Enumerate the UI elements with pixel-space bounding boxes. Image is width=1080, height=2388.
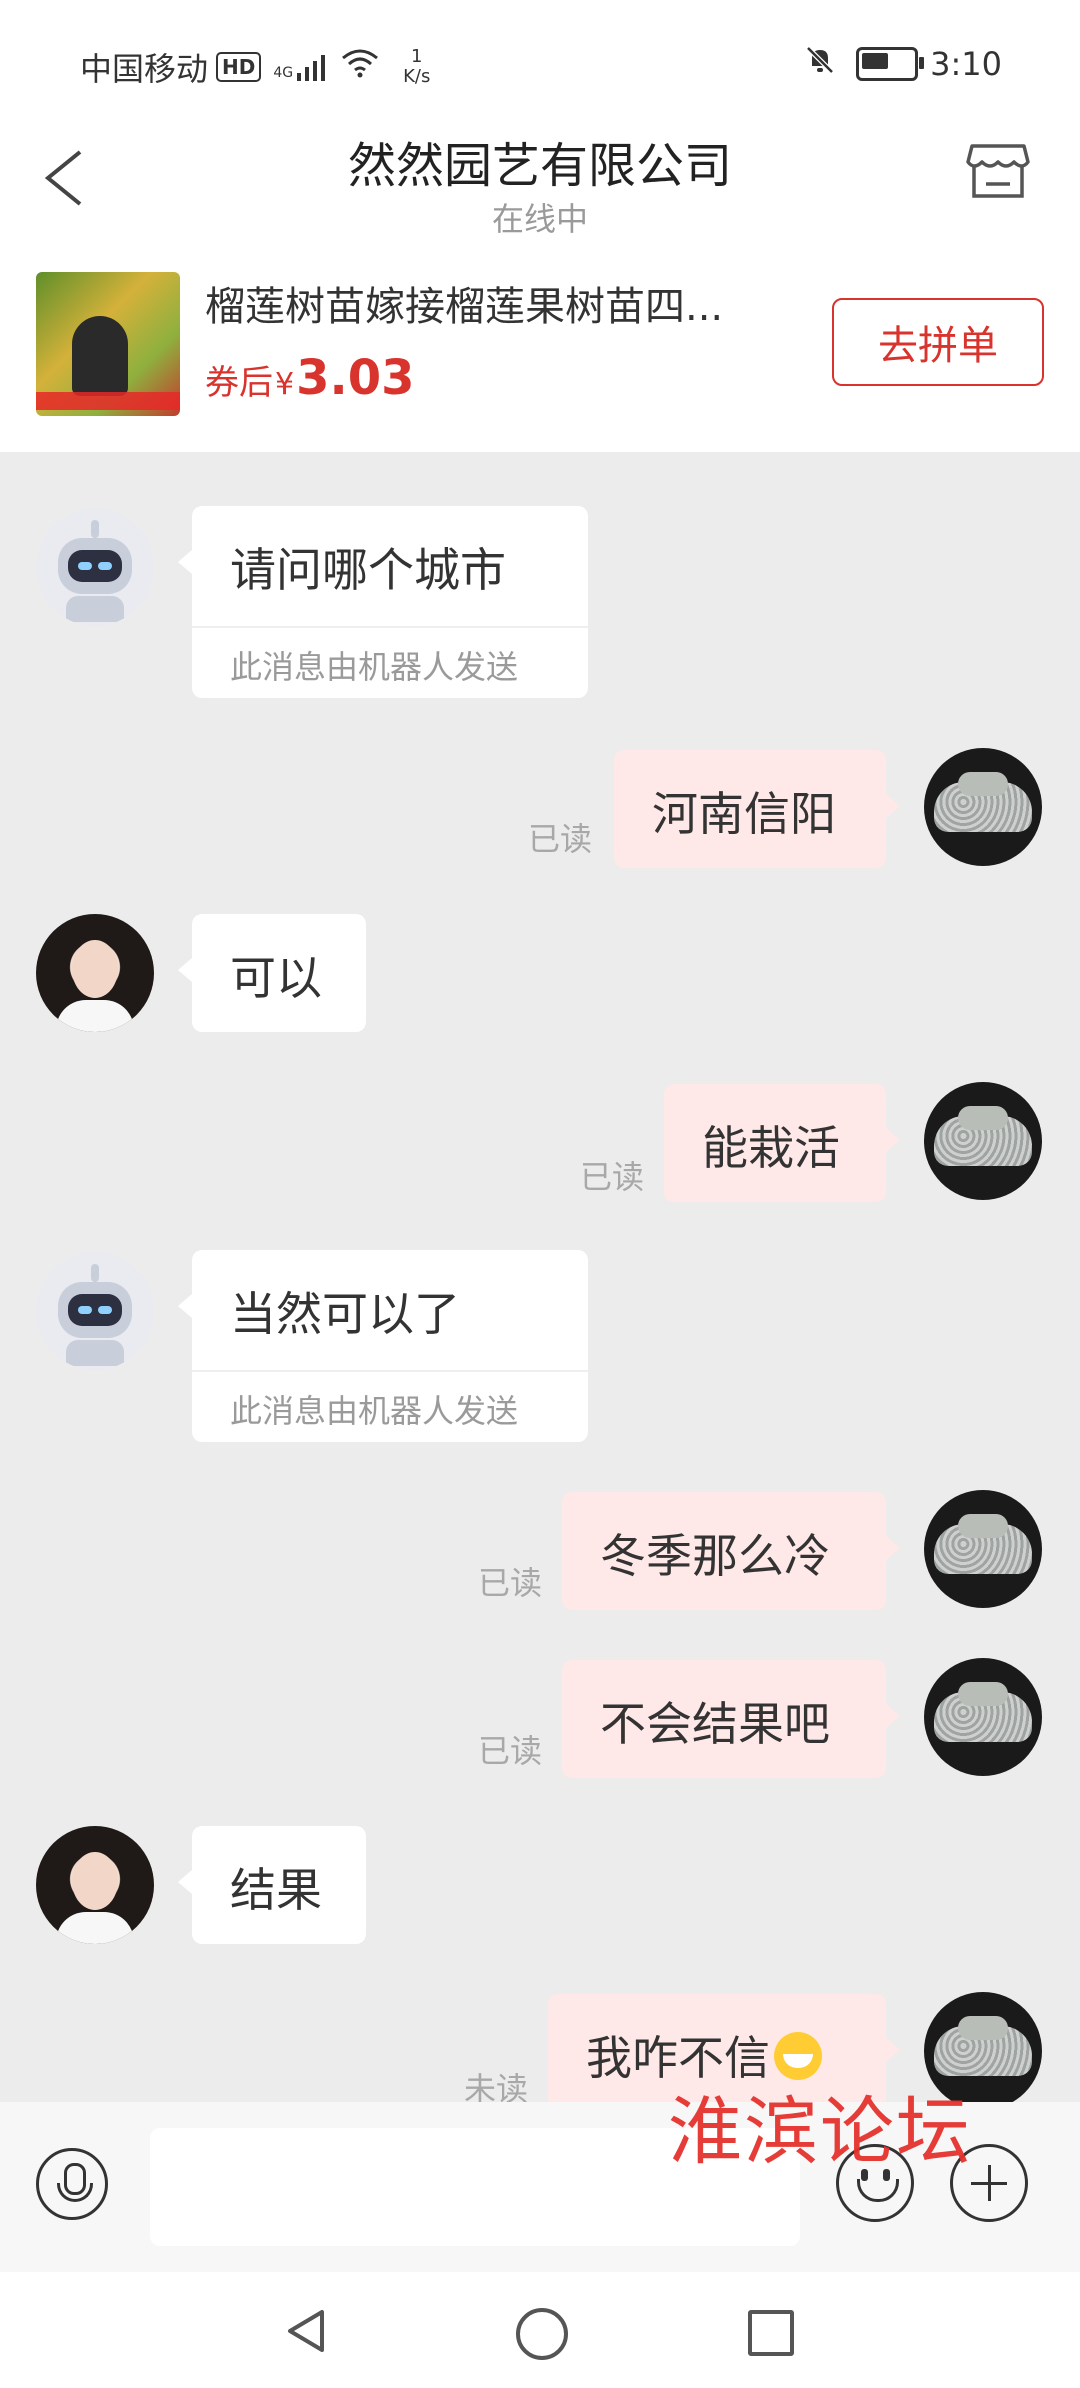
system-nav-bar (0, 2272, 1080, 2388)
message-bubble[interactable]: 河南信阳 (614, 750, 900, 868)
message-text: 河南信阳 (652, 787, 836, 841)
message-bubble[interactable]: 能栽活 (664, 1084, 900, 1202)
nav-back-icon[interactable] (282, 2306, 332, 2356)
message-text: 请问哪个城市 (230, 543, 506, 597)
price-currency: ¥ (275, 367, 295, 402)
forum-watermark: 淮滨论坛 (668, 2089, 972, 2175)
robot-note: 此消息由机器人发送 (192, 626, 588, 698)
user-avatar[interactable] (924, 748, 1042, 866)
mic-stand (57, 2183, 93, 2202)
sofa-image (934, 772, 1032, 832)
message-bubble[interactable]: 冬季那么冷 (562, 1492, 900, 1610)
thumbnail-figure (72, 316, 128, 396)
robot-head (58, 538, 132, 594)
robot-antenna (91, 520, 99, 538)
seller-shirt (56, 1000, 134, 1032)
seller-shirt (56, 1912, 134, 1944)
robot-eye (78, 1306, 92, 1314)
robot-face (68, 1294, 122, 1326)
robot-note: 此消息由机器人发送 (192, 1370, 588, 1442)
robot-eye (98, 562, 112, 570)
battery-icon (856, 47, 925, 81)
network-speed: 1 K/s (403, 47, 430, 87)
message-text: 可以 (230, 951, 322, 1005)
message-text: 当然可以了 (230, 1287, 460, 1341)
read-status: 未读 (464, 2070, 529, 2102)
emoji-smile (857, 2179, 899, 2202)
read-status: 已读 (478, 1564, 543, 1602)
status-bar: 中国移动 HD 4G 1 K/s 3:10 (0, 0, 1080, 120)
seller-face (72, 940, 118, 998)
read-status: 已读 (580, 1158, 645, 1196)
store-icon (966, 144, 1030, 198)
sofa-image (934, 1682, 1032, 1742)
voice-button[interactable] (36, 2148, 108, 2220)
robot-eye (98, 1306, 112, 1314)
message-text: 冬季那么冷 (600, 1529, 830, 1583)
read-status: 已读 (478, 1732, 543, 1770)
group-buy-button[interactable]: 去拼单 (832, 298, 1044, 386)
message-bubble[interactable]: 可以 (178, 914, 366, 1032)
mute-bell-icon (804, 44, 836, 84)
robot-body (66, 596, 124, 622)
speed-unit: K/s (403, 66, 431, 87)
user-avatar[interactable] (924, 1658, 1042, 1776)
message-bubble[interactable]: 请问哪个城市 此消息由机器人发送 (178, 506, 588, 698)
product-card[interactable]: 榴莲树苗嫁接榴莲果树苗四... 券后 ¥ 3.03 去拼单 (0, 250, 1080, 452)
message-bubble[interactable]: 不会结果吧 (562, 1660, 900, 1778)
robot-avatar[interactable] (36, 508, 154, 626)
seller-face (72, 1852, 118, 1910)
robot-head (58, 1282, 132, 1338)
signal-icon: 4G (273, 53, 327, 81)
store-button[interactable] (962, 132, 1034, 204)
thumbnail-banner (36, 392, 180, 410)
chat-list[interactable]: 请问哪个城市 此消息由机器人发送 已读 河南信阳 可以 已读 能栽活 当然可以了… (0, 452, 1080, 2102)
seller-avatar[interactable] (36, 1826, 154, 1944)
clock: 3:10 (930, 45, 1002, 83)
robot-body (66, 1340, 124, 1366)
nav-home-icon[interactable] (516, 2308, 568, 2360)
battery-level (862, 53, 889, 69)
carrier-label: 中国移动 (80, 50, 209, 88)
online-status: 在线中 (491, 200, 588, 238)
message-bubble[interactable]: 结果 (178, 1826, 366, 1944)
product-title[interactable]: 榴莲树苗嫁接榴莲果树苗四... (205, 274, 723, 332)
message-text: 不会结果吧 (600, 1697, 830, 1751)
message-text: 能栽活 (702, 1121, 840, 1175)
wifi-icon (341, 48, 379, 86)
robot-avatar[interactable] (36, 1252, 154, 1370)
price-value: 3.03 (296, 350, 415, 406)
robot-eye (78, 562, 92, 570)
robot-face (68, 550, 122, 582)
hd-badge: HD (216, 52, 262, 82)
status-left: 中国移动 HD 4G 1 K/s (80, 44, 430, 90)
sofa-image (934, 1106, 1032, 1166)
message-bubble[interactable]: 当然可以了 此消息由机器人发送 (178, 1250, 588, 1442)
robot-antenna (91, 1264, 99, 1282)
seller-avatar[interactable] (36, 914, 154, 1032)
user-avatar[interactable] (924, 1490, 1042, 1608)
sofa-image (934, 1514, 1032, 1574)
chat-header: 然然园艺有限公司 在线中 (0, 120, 1080, 250)
product-price: 券后 ¥ 3.03 (205, 350, 415, 406)
status-right: 3:10 (804, 44, 1002, 84)
message-text: 结果 (230, 1863, 322, 1917)
product-thumbnail[interactable] (36, 272, 180, 416)
sofa-image (934, 2016, 1032, 2076)
user-avatar[interactable] (924, 1082, 1042, 1200)
read-status: 已读 (528, 820, 593, 858)
nav-recent-icon[interactable] (748, 2310, 794, 2356)
network-type-label: 4G (273, 65, 294, 81)
price-prefix: 券后 (205, 363, 273, 403)
speed-value: 1 (411, 46, 423, 67)
